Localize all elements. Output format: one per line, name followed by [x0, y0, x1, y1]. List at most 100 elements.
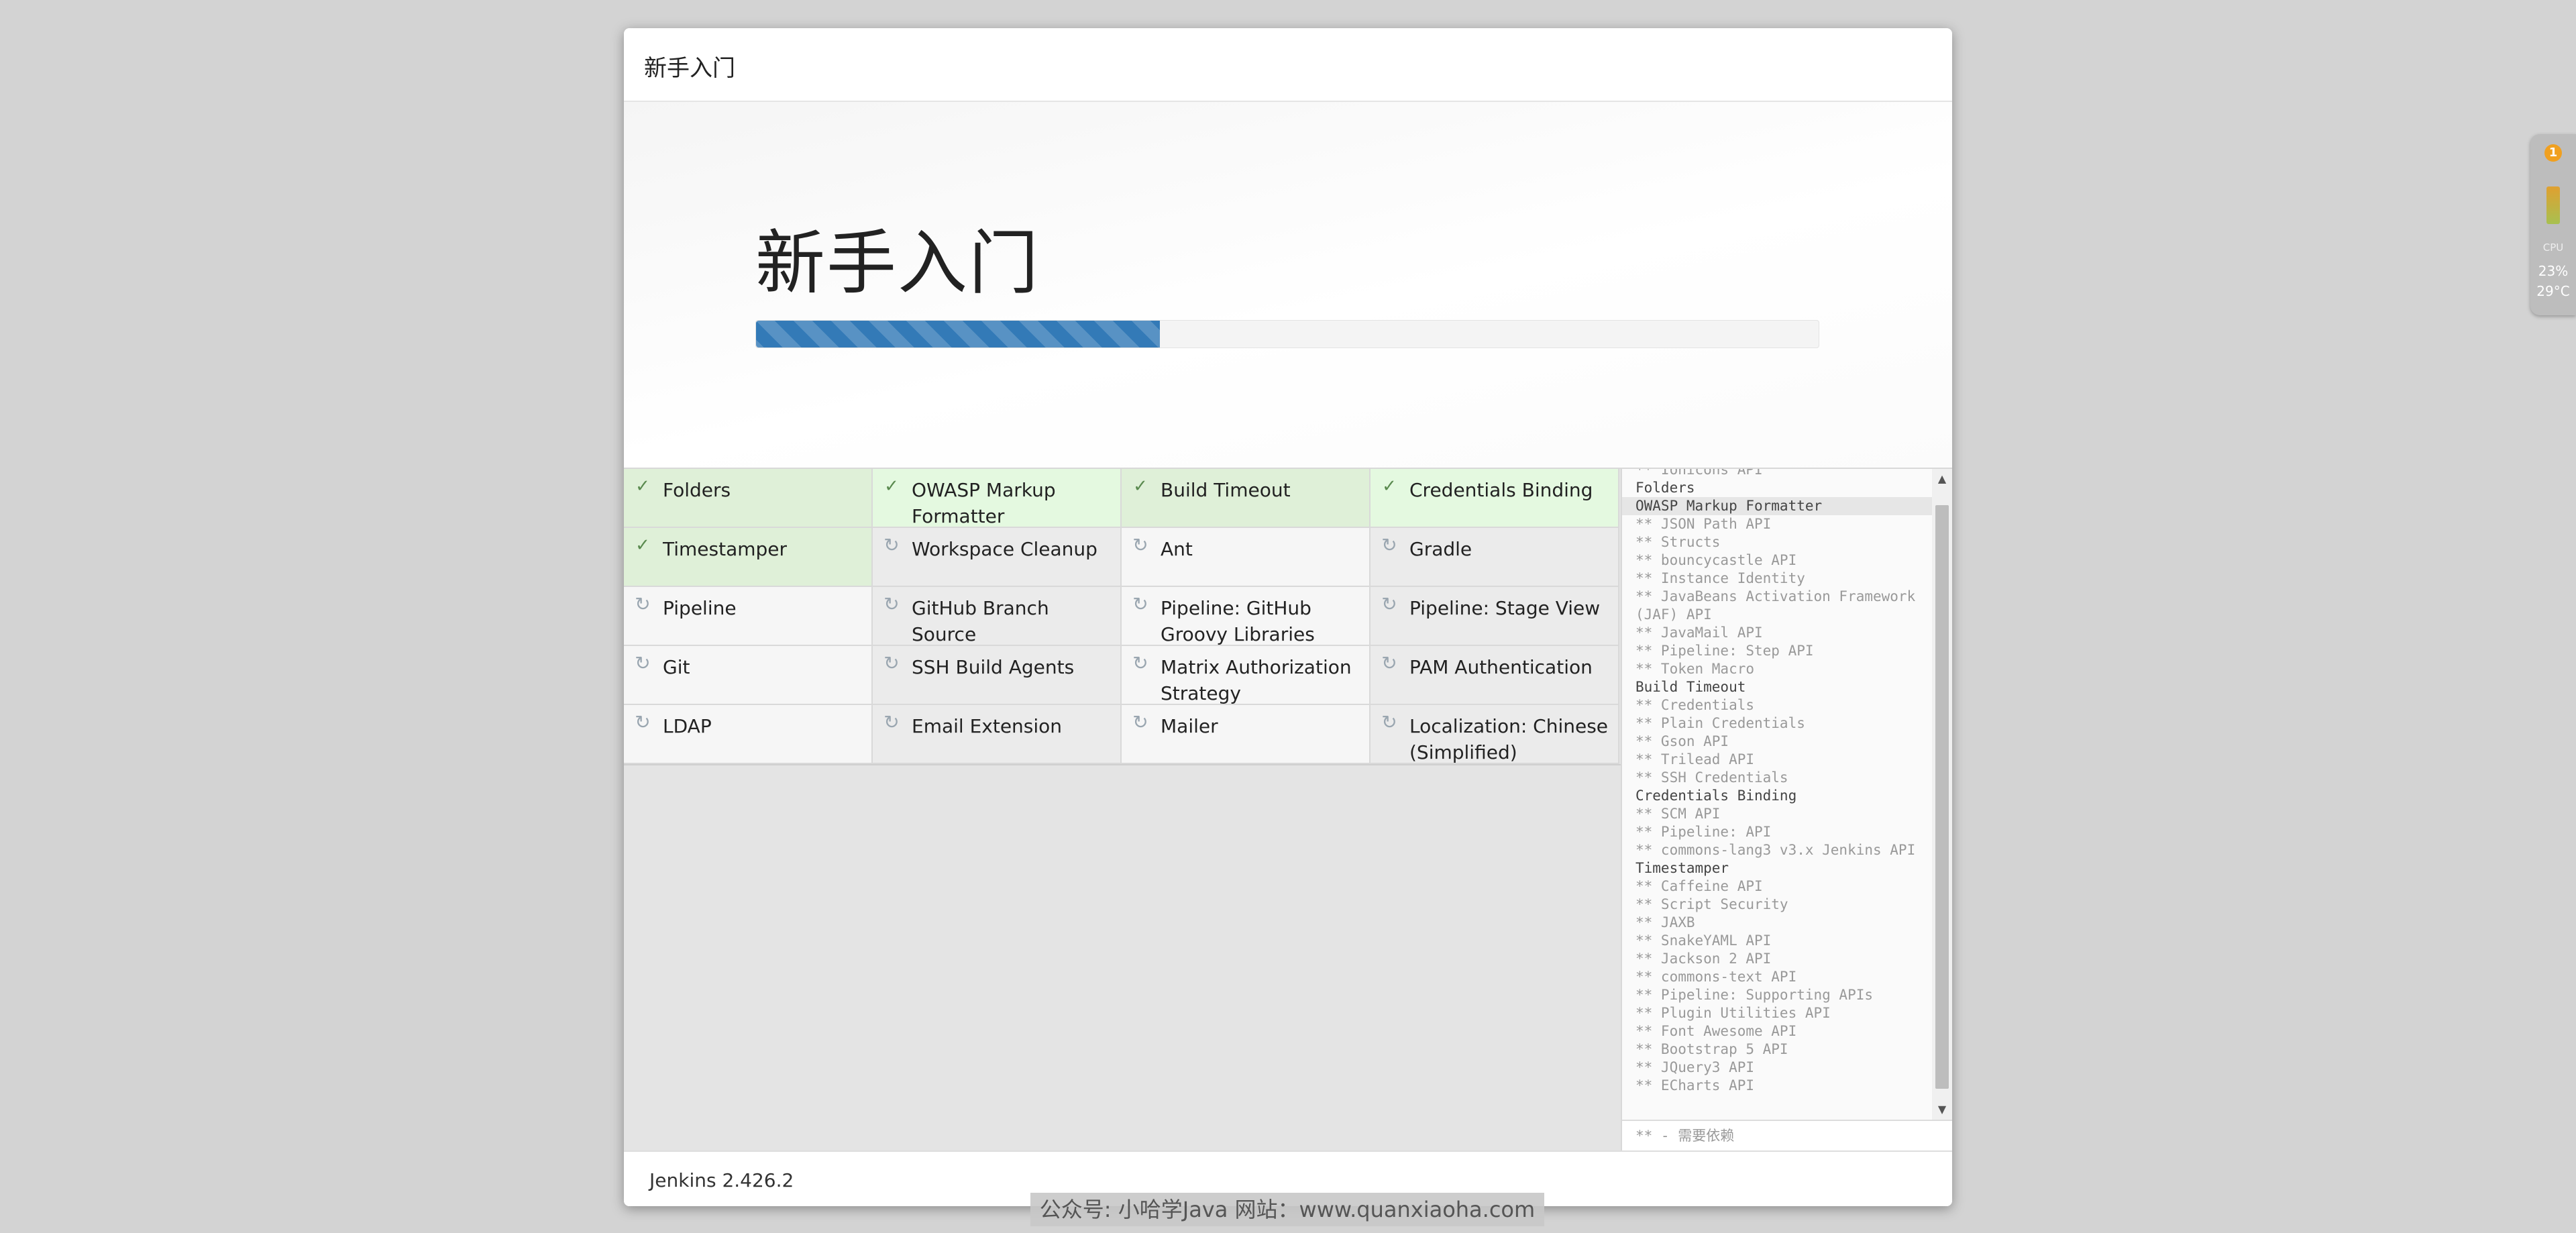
plugin-name: OWASP Markup Formatter: [912, 479, 1056, 527]
plugin-item: ↻ Git: [624, 646, 873, 705]
scroll-thumb[interactable]: [1935, 505, 1949, 1089]
plugin-item: ↻ GitHub Branch Source: [873, 587, 1122, 646]
cpu-usage: 23%: [2538, 263, 2569, 279]
plugin-name: Pipeline: Stage View: [1409, 597, 1601, 619]
plugin-name: Timestamper: [663, 538, 788, 560]
log-line: Folders: [1635, 480, 1695, 496]
plugin-item: ↻ Mailer: [1122, 705, 1371, 764]
plugin-item: ↻ Matrix Authorization Strategy: [1122, 646, 1371, 705]
install-progress-bar: [755, 320, 1819, 348]
progress-fill: [756, 321, 1160, 347]
spinner-icon: ↻: [635, 593, 651, 615]
watermark: 公众号: 小哈学Java 网站：www.quanxiaoha.com: [1030, 1193, 1544, 1226]
log-line: ** commons-lang3 v3.x Jenkins API: [1635, 842, 1916, 858]
log-line: ** Trilead API: [1635, 751, 1755, 767]
check-icon: ✓: [884, 476, 899, 496]
log-line: ** Gson API: [1635, 733, 1729, 749]
log-line: ** JavaBeans Activation Framework (JAF) …: [1635, 588, 1924, 623]
log-line: OWASP Markup Formatter: [1622, 497, 1932, 515]
plugin-item: ↻ Ant: [1122, 528, 1371, 587]
spinner-icon: ↻: [1381, 534, 1397, 556]
log-scrollbar[interactable]: ▲ ▼: [1932, 469, 1952, 1120]
log-line: ** Ionicons API: [1635, 469, 1763, 478]
log-line: ** Plain Credentials: [1635, 715, 1805, 731]
log-line: ** SCM API: [1635, 806, 1721, 822]
log-line: ** Pipeline: Supporting APIs: [1635, 987, 1874, 1003]
log-line: ** ECharts API: [1635, 1077, 1755, 1093]
hero-banner: 新手入门: [624, 102, 1952, 469]
log-line: ** JAXB: [1635, 914, 1695, 930]
log-legend: ** - 需要依赖: [1622, 1120, 1952, 1150]
plugin-name: Matrix Authorization Strategy: [1161, 656, 1352, 704]
plugin-name: LDAP: [663, 715, 712, 737]
check-icon: ✓: [1382, 476, 1397, 496]
spinner-icon: ↻: [883, 593, 900, 615]
log-line: ** Pipeline: API: [1635, 824, 1772, 840]
spinner-icon: ↻: [1381, 593, 1397, 615]
setup-wizard-dialog: 新手入门 新手入门 ✓ Folders ✓ OWASP Markup Formatte…: [624, 28, 1952, 1206]
plugin-name: GitHub Branch Source: [912, 597, 1049, 645]
log-line: ** bouncycastle API: [1635, 552, 1797, 568]
plugin-name: Gradle: [1409, 538, 1472, 560]
cpu-monitor-widget[interactable]: 1 CPU 23% 29°C: [2530, 134, 2576, 315]
plugin-item: ↻ SSH Build Agents: [873, 646, 1122, 705]
install-log-panel[interactable]: ** Ionicons API Folders OWASP Markup Forma…: [1622, 469, 1952, 1120]
log-line: ** SSH Credentials: [1635, 769, 1788, 786]
log-line: ** JavaMail API: [1635, 625, 1763, 641]
check-icon: ✓: [635, 535, 650, 555]
plugin-item: ↻ Gradle: [1371, 528, 1619, 587]
log-line: Timestamper: [1635, 860, 1729, 876]
log-line: ** Credentials: [1635, 697, 1755, 713]
log-line: ** Caffeine API: [1635, 878, 1763, 894]
plugin-item: ✓ Folders: [624, 469, 873, 528]
dialog-header: 新手入门: [624, 28, 1952, 102]
plugin-item: ✓ OWASP Markup Formatter: [873, 469, 1122, 528]
log-line: Build Timeout: [1635, 679, 1746, 695]
notification-badge: 1: [2544, 144, 2562, 162]
log-line: ** Instance Identity: [1635, 570, 1805, 586]
plugin-name: Localization: Chinese (Simplified): [1409, 715, 1609, 763]
log-line: ** Bootstrap 5 API: [1635, 1041, 1788, 1057]
plugin-item: ↻ Email Extension: [873, 705, 1122, 764]
dialog-title: 新手入门: [644, 55, 735, 82]
check-icon: ✓: [1133, 476, 1148, 496]
plugin-item: ↻ Workspace Cleanup: [873, 528, 1122, 587]
spinner-icon: ↻: [883, 652, 900, 674]
log-line: Credentials Binding: [1635, 788, 1797, 804]
plugin-item: ✓ Credentials Binding: [1371, 469, 1619, 528]
plugin-name: Credentials Binding: [1409, 479, 1593, 501]
plugin-item: ↻ Pipeline: Stage View: [1371, 587, 1619, 646]
plugin-item: ↻ LDAP: [624, 705, 873, 764]
cpu-label: CPU: [2542, 242, 2564, 254]
plugin-name: Build Timeout: [1161, 479, 1291, 501]
plugin-item: ✓ Build Timeout: [1122, 469, 1371, 528]
plugin-item: ↻ PAM Authentication: [1371, 646, 1619, 705]
scroll-up-icon[interactable]: ▲: [1932, 469, 1952, 489]
plugin-item: ✓ Timestamper: [624, 528, 873, 587]
spinner-icon: ↻: [1132, 652, 1148, 674]
plugin-name: Folders: [663, 479, 731, 501]
plugin-name: Pipeline: [663, 597, 737, 619]
spinner-icon: ↻: [1132, 534, 1148, 556]
log-line: ** JQuery3 API: [1635, 1059, 1755, 1075]
install-log: ** Ionicons API Folders OWASP Markup Forma…: [1622, 469, 1932, 1120]
spinner-icon: ↻: [883, 534, 900, 556]
log-line: ** Jackson 2 API: [1635, 951, 1772, 967]
log-line: ** SnakeYAML API: [1635, 932, 1772, 949]
plugin-grid: ✓ Folders ✓ OWASP Markup Formatter ✓ Build Ti…: [624, 469, 1621, 765]
spinner-icon: ↻: [635, 711, 651, 733]
scroll-down-icon[interactable]: ▼: [1932, 1100, 1952, 1120]
log-line: ** Structs: [1635, 534, 1721, 550]
plugin-name: Ant: [1161, 538, 1193, 560]
spinner-icon: ↻: [1381, 711, 1397, 733]
log-line: ** Token Macro: [1635, 661, 1755, 677]
spinner-icon: ↻: [1132, 593, 1148, 615]
plugin-item: ↻ Pipeline: GitHub Groovy Libraries: [1122, 587, 1371, 646]
plugin-name: PAM Authentication: [1409, 656, 1593, 678]
plugin-name: Email Extension: [912, 715, 1063, 737]
spinner-icon: ↻: [635, 652, 651, 674]
spinner-icon: ↻: [1132, 711, 1148, 733]
spinner-icon: ↻: [883, 711, 900, 733]
cpu-temperature: 29°C: [2536, 283, 2570, 299]
spinner-icon: ↻: [1381, 652, 1397, 674]
